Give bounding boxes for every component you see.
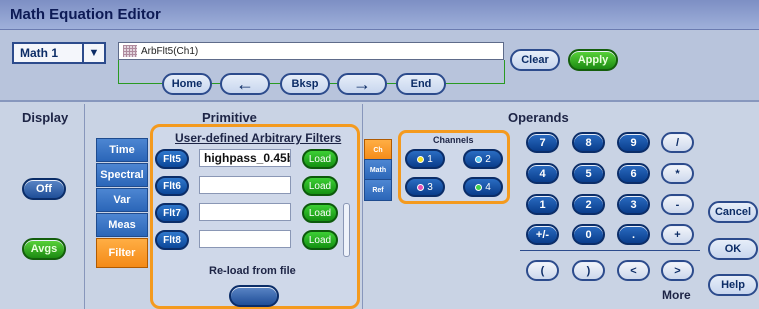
section-divider [84,104,85,309]
filter-6-button[interactable]: Flt6 [155,176,189,196]
tab-meas[interactable]: Meas [96,213,148,237]
operand-tab-ref[interactable]: Ref [364,179,392,201]
filter-5-button[interactable]: Flt5 [155,149,189,169]
key-close-paren[interactable]: ) [572,260,605,281]
key-plus-minus[interactable]: +/- [526,224,559,245]
more-button[interactable]: More [662,288,691,302]
filter-5-field[interactable]: highpass_0.45b [199,149,291,167]
channel-1-color-dot [417,155,425,163]
channel-4-color-dot [475,183,483,191]
left-arrow-button[interactable]: ← [220,73,270,95]
display-off-button[interactable]: Off [22,178,66,200]
right-arrow-button[interactable]: → [337,73,387,95]
key-7[interactable]: 7 [526,132,559,153]
window-title: Math Equation Editor [10,6,161,23]
channel-4-button[interactable]: 4 [463,177,503,197]
tab-filter[interactable]: Filter [96,238,148,268]
key-open-paren[interactable]: ( [526,260,559,281]
key-1[interactable]: 1 [526,194,559,215]
scrollbar-track[interactable] [343,203,350,257]
help-button[interactable]: Help [708,274,758,296]
key-less-than[interactable]: < [617,260,650,281]
home-button[interactable]: Home [162,73,212,95]
key-4[interactable]: 4 [526,163,559,184]
key-0[interactable]: 0 [572,224,605,245]
key-2[interactable]: 2 [572,194,605,215]
channel-2-button[interactable]: 2 [463,149,503,169]
grid-icon [123,45,137,57]
reload-button[interactable] [229,285,279,307]
key-3[interactable]: 3 [617,194,650,215]
channel-3-color-dot [417,183,425,191]
section-divider [362,104,363,309]
filter-8-button[interactable]: Flt8 [155,230,189,250]
key-8[interactable]: 8 [572,132,605,153]
channel-3-button[interactable]: 3 [405,177,445,197]
display-avgs-button[interactable]: Avgs [22,238,66,260]
key-divide[interactable]: / [661,132,694,153]
filter-panel: User-defined Arbitrary Filters Flt5 high… [150,124,360,309]
backspace-button[interactable]: Bksp [280,73,330,95]
connector-line [118,60,119,84]
channel-2-label: 2 [485,153,491,165]
tab-spectral[interactable]: Spectral [96,163,148,187]
tab-time[interactable]: Time [96,138,148,162]
connector-line [504,60,505,84]
equation-field[interactable]: ArbFlt5(Ch1) [118,42,504,60]
clear-button[interactable]: Clear [510,49,560,71]
filter-6-load-button[interactable]: Load [302,176,338,196]
operand-tab-ch[interactable]: Ch [364,139,392,161]
chevron-down-icon[interactable]: ▼ [82,44,104,62]
apply-button[interactable]: Apply [568,49,618,71]
filter-5-load-button[interactable]: Load [302,149,338,169]
channels-title: Channels [433,135,474,145]
keypad-divider [520,250,700,251]
channel-3-label: 3 [427,181,433,193]
display-title: Display [22,110,69,125]
key-5[interactable]: 5 [572,163,605,184]
key-decimal[interactable]: . [617,224,650,245]
filter-6-field[interactable] [199,176,291,194]
key-multiply[interactable]: * [661,163,694,184]
end-button[interactable]: End [396,73,446,95]
operands-title: Operands [508,110,569,125]
key-greater-than[interactable]: > [661,260,694,281]
title-bar: Math Equation Editor [0,0,759,30]
filter-7-field[interactable] [199,203,291,221]
filter-panel-title: User-defined Arbitrary Filters [175,131,342,145]
channel-2-color-dot [475,155,483,163]
filter-7-load-button[interactable]: Load [302,203,338,223]
math-select[interactable]: Math 1 ▼ [12,42,106,64]
cancel-button[interactable]: Cancel [708,201,758,223]
channels-panel: Channels 1 2 3 4 [398,130,510,204]
key-6[interactable]: 6 [617,163,650,184]
reload-label: Re-load from file [209,265,296,277]
filter-8-field[interactable] [199,230,291,248]
filter-7-button[interactable]: Flt7 [155,203,189,223]
equation-text: ArbFlt5(Ch1) [141,45,199,57]
ok-button[interactable]: OK [708,238,758,260]
tab-var[interactable]: Var [96,188,148,212]
operand-tab-math[interactable]: Math [364,159,392,181]
channel-1-label: 1 [427,153,433,165]
channel-4-label: 4 [485,181,491,193]
math-select-value: Math 1 [20,46,59,60]
key-subtract[interactable]: - [661,194,694,215]
key-9[interactable]: 9 [617,132,650,153]
primitive-title: Primitive [202,110,257,125]
channel-1-button[interactable]: 1 [405,149,445,169]
filter-8-load-button[interactable]: Load [302,230,338,250]
key-add[interactable]: + [661,224,694,245]
